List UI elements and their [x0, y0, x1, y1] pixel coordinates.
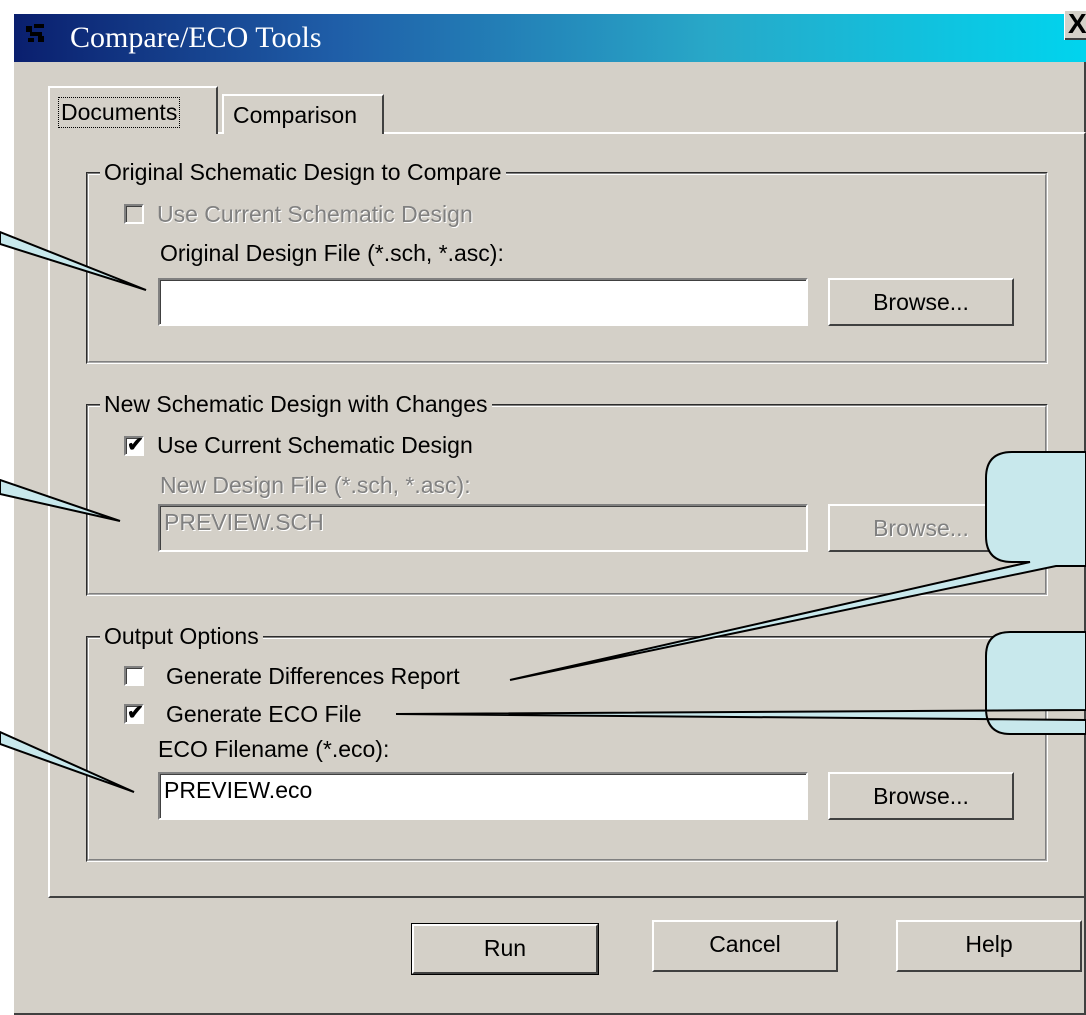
tab-comparison[interactable]: Comparison: [222, 94, 384, 134]
tab-documents-label: Documents: [58, 97, 181, 128]
tab-comparison-label: Comparison: [233, 102, 357, 128]
tab-documents[interactable]: Documents: [48, 86, 218, 134]
callout-overlay: [0, 230, 1086, 793]
callout-pointer-original-file: [0, 230, 147, 291]
callout-bubble-eco-file: [395, 631, 1086, 735]
callout-pointer-new-file: [0, 478, 121, 522]
callout-pointer-eco-filename: [0, 730, 135, 793]
